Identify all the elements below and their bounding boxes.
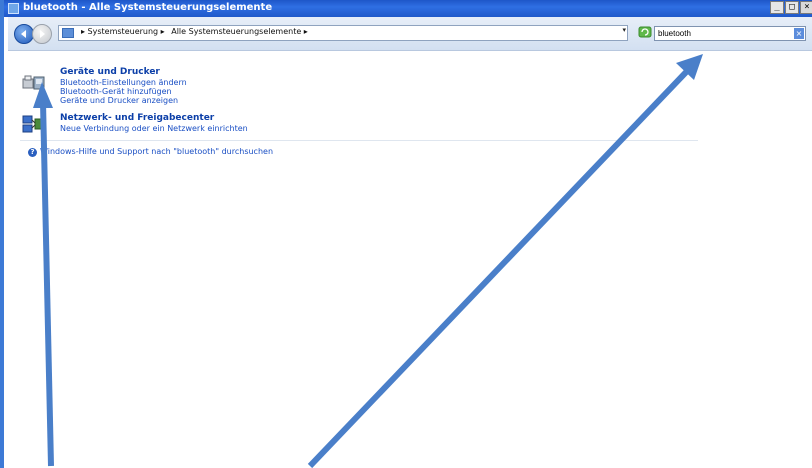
search-clear-button[interactable]: × — [794, 28, 804, 39]
arrow-left-icon — [21, 30, 26, 38]
title-bar[interactable]: bluetooth - Alle Systemsteuerungselement… — [4, 0, 812, 17]
close-button[interactable]: × — [800, 1, 812, 14]
help-link-text[interactable]: Windows-Hilfe und Support nach "bluetoot… — [40, 147, 273, 156]
search-input[interactable] — [658, 27, 783, 40]
window-controls: _ □ × — [770, 1, 812, 14]
link-bluetooth-settings[interactable]: Bluetooth-Einstellungen ändern — [60, 78, 187, 87]
breadcrumb-systemsteuerung[interactable]: ▸ Systemsteuerung ▸ — [81, 27, 165, 36]
link-add-bluetooth-device[interactable]: Bluetooth-Gerät hinzufügen — [60, 87, 172, 96]
divider — [20, 140, 698, 141]
arrow-right-icon — [40, 30, 45, 38]
forward-button[interactable] — [32, 24, 52, 44]
navigation-toolbar: ▸ Systemsteuerung ▸ Alle Systemsteuerung… — [8, 17, 812, 51]
result-title[interactable]: Geräte und Drucker — [60, 67, 160, 77]
folder-icon — [62, 28, 74, 38]
link-new-connection[interactable]: Neue Verbindung oder ein Netzwerk einric… — [60, 124, 248, 133]
breadcrumb-alle-elemente[interactable]: Alle Systemsteuerungselemente ▸ — [171, 27, 308, 36]
search-box[interactable]: × — [654, 26, 806, 41]
refresh-icon[interactable] — [638, 25, 652, 39]
minimize-button[interactable]: _ — [770, 1, 784, 14]
search-results: Geräte und Drucker Bluetooth-Einstellung… — [8, 51, 812, 468]
result-title[interactable]: Netzwerk- und Freigabecenter — [60, 113, 214, 123]
address-bar[interactable]: ▸ Systemsteuerung ▸ Alle Systemsteuerung… — [58, 25, 628, 41]
back-button[interactable] — [14, 24, 34, 44]
devices-printers-icon[interactable] — [22, 73, 46, 91]
window-title: bluetooth - Alle Systemsteuerungselement… — [23, 2, 273, 13]
window: bluetooth - Alle Systemsteuerungselement… — [0, 0, 812, 468]
maximize-button[interactable]: □ — [785, 1, 799, 14]
control-panel-icon — [8, 3, 19, 14]
help-icon: ? — [28, 148, 37, 157]
address-dropdown-button[interactable]: ▾ — [622, 26, 626, 34]
link-show-devices[interactable]: Geräte und Drucker anzeigen — [60, 96, 178, 105]
network-center-icon[interactable] — [22, 115, 46, 133]
breadcrumb: ▸ Systemsteuerung ▸ Alle Systemsteuerung… — [81, 27, 312, 36]
